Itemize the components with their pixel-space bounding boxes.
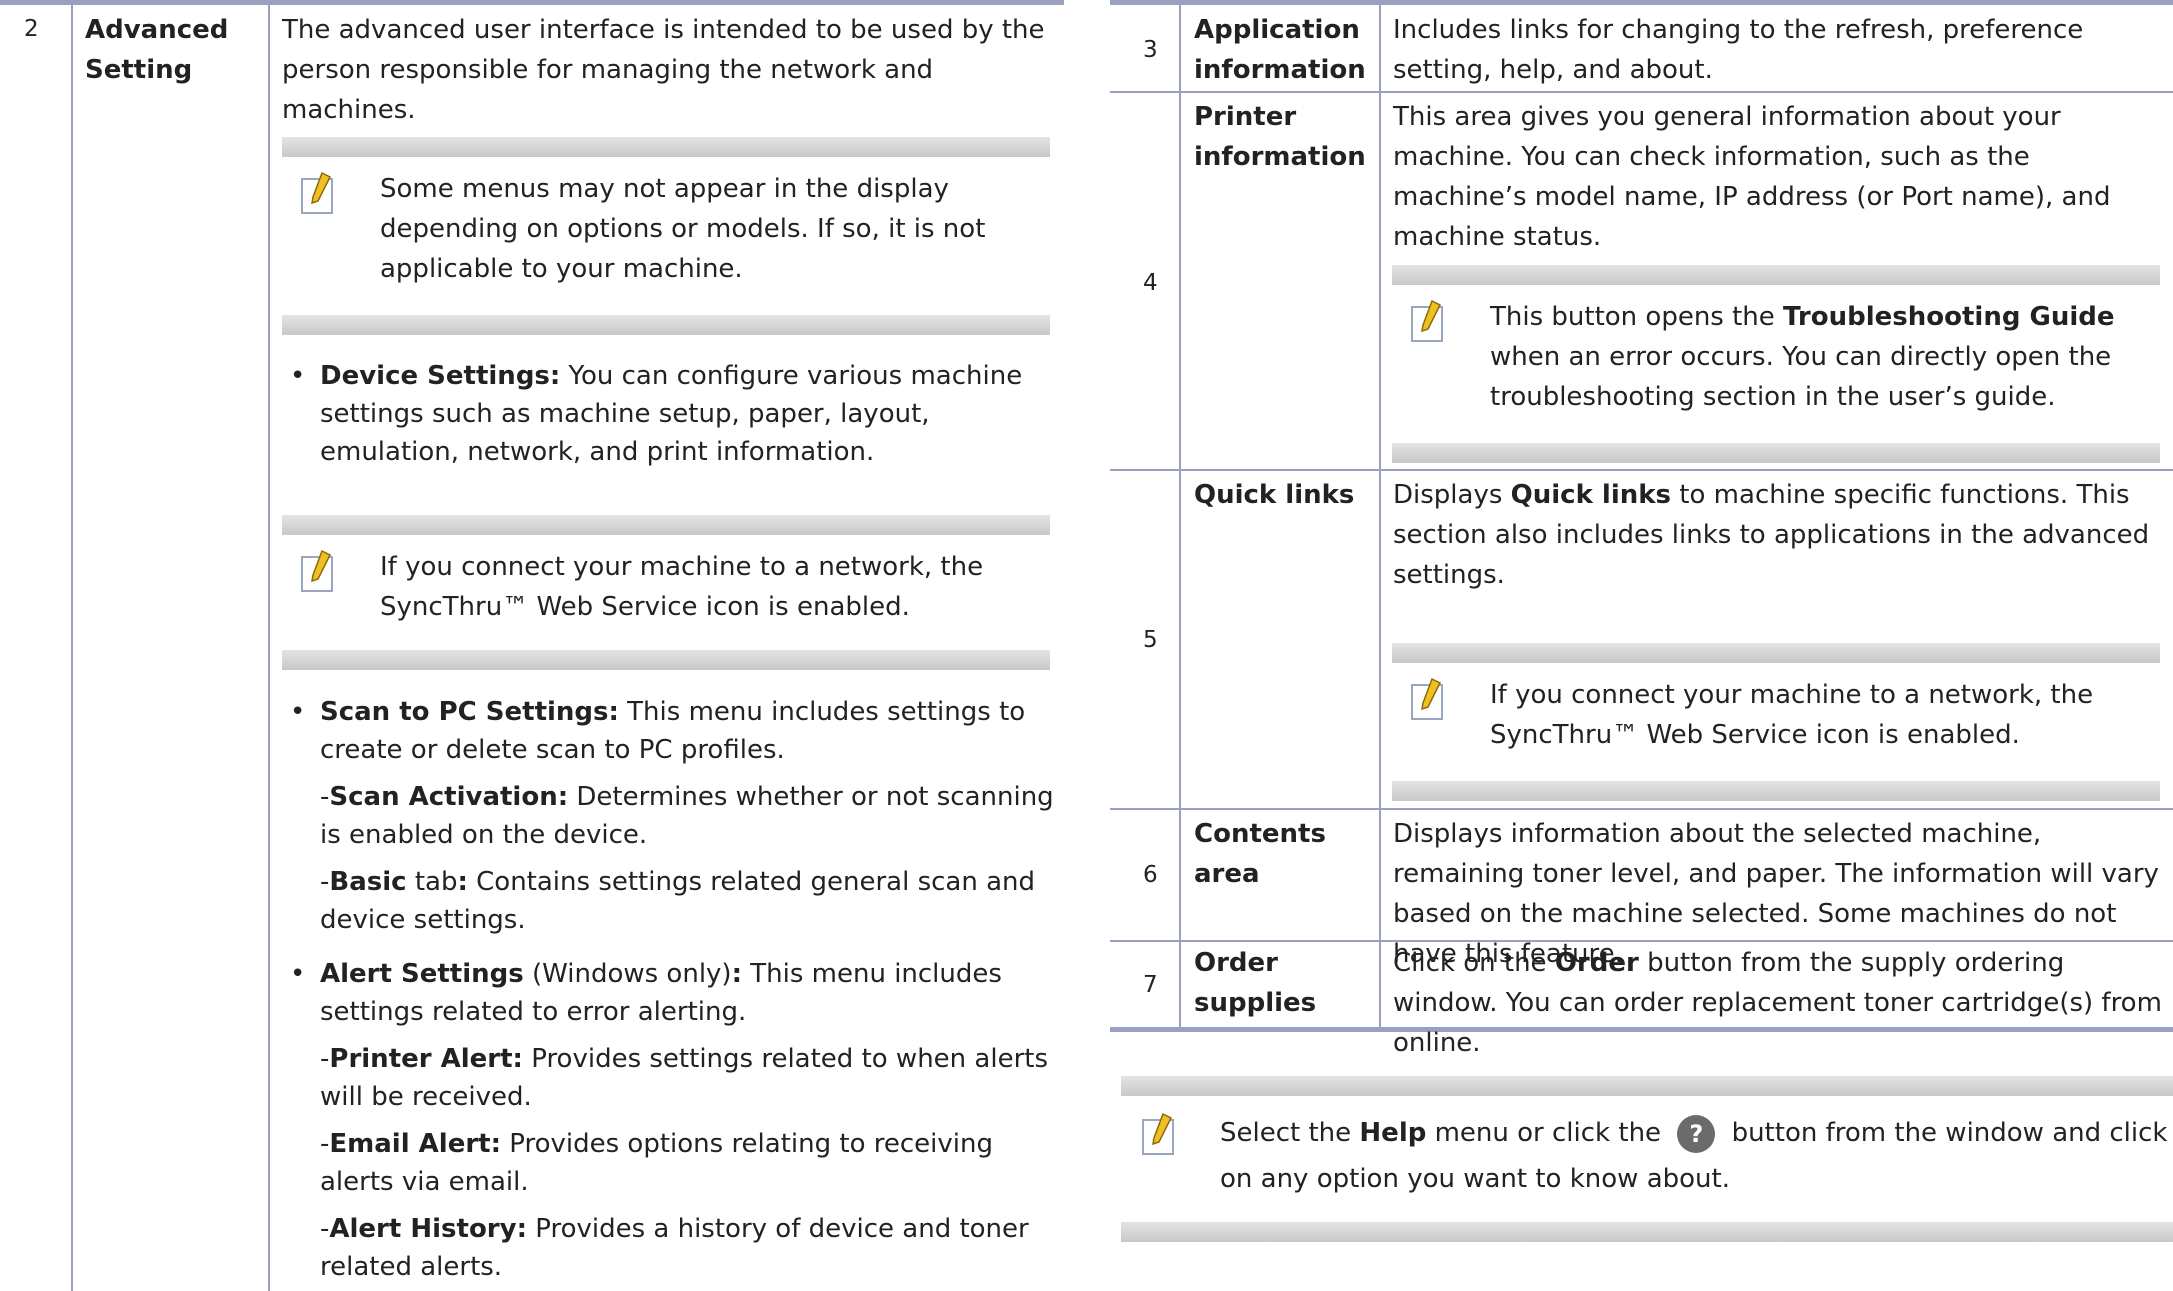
help-icon: ?	[1677, 1114, 1716, 1153]
list-item: • Alert Settings (Windows only): This men…	[290, 959, 1002, 1027]
row-label: Application information	[1194, 15, 1366, 85]
note-box: If you connect your machine to a network…	[282, 515, 1050, 670]
column-divider	[1379, 0, 1381, 1030]
note-text: Select the Help menu or click the ? butt…	[1220, 1110, 2170, 1202]
note-text: This button opens the Troubleshooting Gu…	[1490, 302, 2115, 412]
help-note-box: Select the Help menu or click the ? butt…	[1121, 1076, 2173, 1242]
column-divider	[71, 0, 73, 1291]
note-text: If you connect your machine to a network…	[1490, 680, 2094, 750]
row-label: Printer information	[1194, 102, 1366, 172]
list-item: • Device Settings: You can configure vari…	[290, 361, 1023, 467]
intro-text: The advanced user interface is intended …	[282, 15, 1045, 125]
row-divider	[1110, 469, 2173, 471]
sub-item: -Printer Alert: Provides settings relate…	[320, 1044, 1048, 1112]
row-label: Quick links	[1194, 480, 1355, 510]
note-text: Some menus may not appear in the display…	[380, 174, 986, 284]
note-pencil-icon	[1410, 675, 1450, 723]
note-pencil-icon	[1141, 1110, 1181, 1158]
row-text: Displays Quick links to machine specific…	[1393, 480, 2150, 590]
sub-item: -Alert History: Provides a history of de…	[320, 1214, 1029, 1282]
row-divider	[1110, 808, 2173, 810]
row-label: Advanced Setting	[85, 15, 229, 85]
sub-item: -Email Alert: Provides options relating …	[320, 1129, 993, 1197]
note-text: If you connect your machine to a network…	[380, 552, 984, 622]
note-box: If you connect your machine to a network…	[1392, 643, 2160, 801]
table-top-rule	[0, 0, 1064, 5]
row-text: This area gives you general information …	[1393, 102, 2111, 252]
table-top-rule	[1110, 0, 2173, 5]
column-divider	[1179, 0, 1181, 1030]
sub-item: -Basic tab: Contains settings related ge…	[320, 867, 1036, 935]
note-pencil-icon	[300, 547, 340, 595]
column-divider	[268, 0, 270, 1291]
note-box: Some menus may not appear in the display…	[282, 137, 1050, 335]
row-number: 5	[1143, 627, 1158, 653]
row-text: Click on the Order button from the suppl…	[1393, 948, 2162, 1058]
row-number: 6	[1143, 862, 1158, 888]
list-item: • Scan to PC Settings: This menu includes…	[290, 697, 1026, 765]
row-number: 2	[24, 16, 39, 42]
row-number: 3	[1143, 37, 1158, 63]
sub-item: -Scan Activation: Determines whether or …	[320, 782, 1054, 850]
note-pencil-icon	[1410, 297, 1450, 345]
row-text: Includes links for changing to the refre…	[1393, 15, 2084, 85]
row-number: 7	[1143, 972, 1158, 998]
note-pencil-icon	[300, 169, 340, 217]
row-label: Contents area	[1194, 819, 1326, 889]
row-number: 4	[1143, 270, 1158, 296]
row-label: Order supplies	[1194, 948, 1317, 1018]
row-divider	[1110, 91, 2173, 93]
note-box: This button opens the Troubleshooting Gu…	[1392, 265, 2160, 463]
